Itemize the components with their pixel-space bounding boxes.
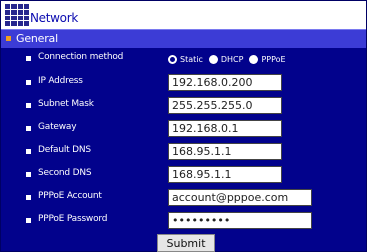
bullet-icon [26, 149, 31, 154]
bullet-icon [26, 103, 31, 108]
bullet-icon [26, 172, 31, 177]
default-dns-label: Default DNS [38, 145, 91, 155]
subnet-mask-label: Subnet Mask [38, 99, 94, 109]
gateway-label: Gateway [38, 122, 77, 132]
radio-static[interactable] [168, 54, 177, 64]
pppoe-password-label: PPPoE Password [38, 214, 108, 224]
network-logo-icon [5, 4, 29, 26]
subnet-mask-input[interactable] [168, 97, 282, 114]
second-dns-input[interactable] [168, 166, 282, 183]
header: Network [1, 1, 366, 29]
row-default-dns: Default DNS [1, 141, 366, 165]
second-dns-label: Second DNS [38, 168, 92, 178]
ip-address-label: IP Address [38, 76, 83, 86]
row-ip-address: IP Address [1, 72, 366, 96]
connection-method-label: Connection method [38, 52, 124, 62]
radio-pppoe-label[interactable]: PPPoE [261, 55, 285, 64]
pppoe-account-label: PPPoE Account [38, 191, 102, 201]
section-title: General [16, 32, 58, 45]
row-subnet-mask: Subnet Mask [1, 95, 366, 119]
section-bullet-icon [6, 36, 11, 41]
bullet-icon [26, 56, 31, 61]
pppoe-password-input[interactable] [168, 212, 312, 229]
gateway-input[interactable] [168, 120, 282, 137]
section-header-general: General [1, 29, 366, 48]
row-pppoe-account: PPPoE Account [1, 187, 366, 211]
page-title: Network [30, 11, 79, 25]
bullet-icon [26, 218, 31, 223]
default-dns-input[interactable] [168, 143, 282, 160]
radio-dhcp[interactable] [208, 54, 218, 64]
row-second-dns: Second DNS [1, 164, 366, 188]
bullet-icon [26, 80, 31, 85]
row-pppoe-password: PPPoE Password [1, 210, 366, 234]
row-gateway: Gateway [1, 118, 366, 142]
radio-pppoe[interactable] [249, 54, 259, 64]
bullet-icon [26, 126, 31, 131]
pppoe-account-input[interactable] [168, 189, 312, 206]
connection-method-radio-group: Static DHCP PPPoE [168, 51, 289, 67]
row-connection-method: Connection method Static DHCP PPPoE [1, 48, 366, 72]
network-settings-panel: Network General Connection method Static… [0, 0, 367, 252]
radio-dhcp-label[interactable]: DHCP [221, 55, 244, 64]
radio-static-label[interactable]: Static [180, 55, 203, 64]
bullet-icon [26, 195, 31, 200]
submit-button[interactable]: Submit [157, 234, 215, 252]
ip-address-input[interactable] [168, 74, 282, 91]
